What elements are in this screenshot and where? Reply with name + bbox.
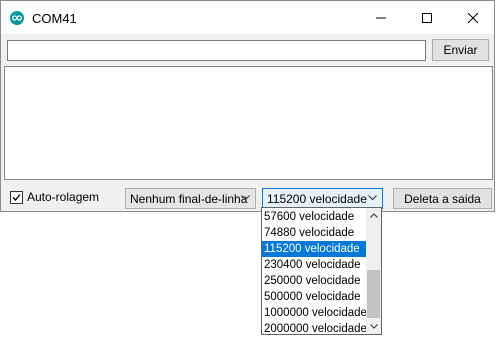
baud-rate-value: 115200 velocidade [267,191,367,206]
baud-option[interactable]: 1000000 velocidade [262,305,367,321]
chevron-down-icon [369,324,378,329]
maximize-icon [422,12,432,23]
send-input[interactable] [7,40,426,61]
autoscroll-toggle[interactable]: Auto-rolagem [10,190,99,204]
baud-option[interactable]: 115200 velocidade [262,241,366,257]
checkmark-icon [12,193,21,201]
chevron-down-icon [241,195,250,201]
baud-rate-options: 57600 velocidade 74880 velocidade 115200… [262,209,367,337]
title-bar[interactable]: COM41 [1,1,494,34]
baud-rate-dropdown: 57600 velocidade 74880 velocidade 115200… [261,207,382,335]
serial-output[interactable] [4,66,493,180]
scroll-thumb[interactable] [367,270,380,318]
baud-option[interactable]: 250000 velocidade [262,273,366,289]
scroll-up-button[interactable] [366,208,381,223]
send-button[interactable]: Enviar [432,39,489,61]
window-title: COM41 [32,11,77,26]
minimize-button[interactable] [358,1,404,34]
line-ending-value: Nenhum final-de-linha [130,191,248,206]
autoscroll-label: Auto-rolagem [27,190,100,204]
serial-monitor-window: COM41 Enviar Auto-rolagem Nenhum final-d… [0,0,495,212]
baud-option[interactable]: 500000 velocidade [262,289,366,305]
chevron-down-icon [368,195,377,201]
clear-output-button[interactable]: Deleta a saida [393,188,492,209]
baud-option[interactable]: 230400 velocidade [262,257,366,273]
baud-option[interactable]: 74880 velocidade [262,225,366,241]
minimize-icon [376,17,386,18]
line-ending-select[interactable]: Nenhum final-de-linha [125,188,256,209]
maximize-button[interactable] [404,1,450,34]
dropdown-scrollbar[interactable] [366,208,381,334]
close-icon [468,12,478,23]
chevron-up-icon [369,213,378,218]
arduino-icon [10,11,24,25]
scroll-down-button[interactable] [366,319,381,334]
close-button[interactable] [450,1,496,34]
baud-option[interactable]: 57600 velocidade [262,209,366,225]
autoscroll-checkbox[interactable] [10,190,23,204]
baud-rate-select[interactable]: 115200 velocidade [262,188,383,209]
